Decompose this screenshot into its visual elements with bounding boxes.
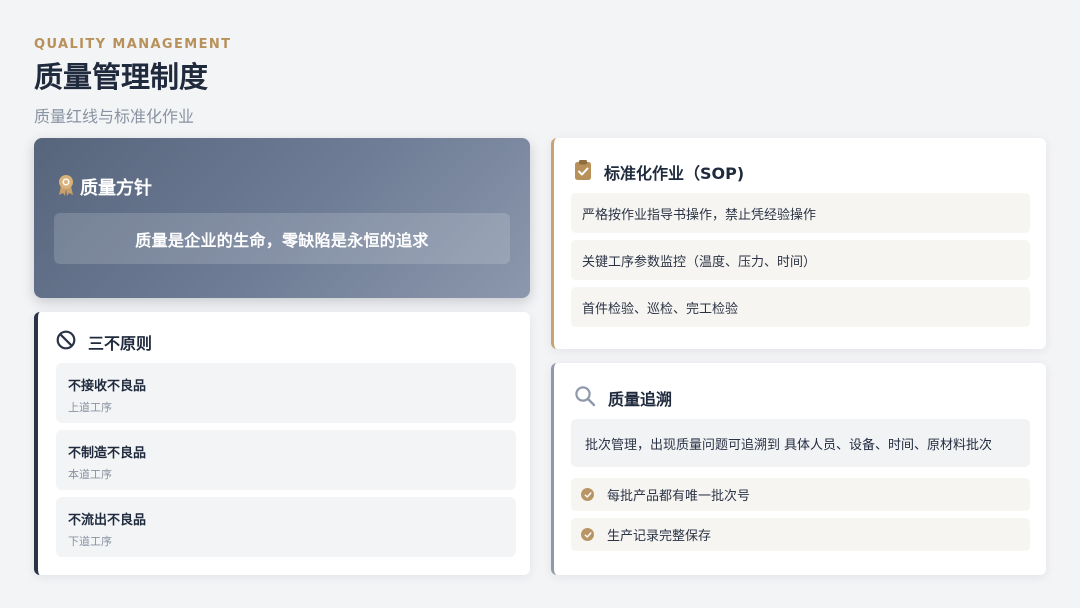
three-no-item-sub: 下道工序 — [68, 535, 112, 548]
prohibited-icon — [56, 330, 76, 354]
three-no-item: 不接收不良品 上道工序 — [56, 363, 516, 423]
quality-policy-quote: 质量是企业的生命，零缺陷是永恒的追求 — [54, 213, 510, 264]
sop-title: 标准化作业（SOP) — [604, 164, 745, 183]
traceability-title: 质量追溯 — [608, 390, 673, 409]
three-no-item: 不流出不良品 下道工序 — [56, 497, 516, 557]
three-no-item-main: 不流出不良品 — [68, 513, 147, 528]
quality-policy-card: 质量方针 质量是企业的生命，零缺陷是永恒的追求 — [34, 138, 530, 298]
clipboard-check-icon — [574, 159, 592, 185]
three-no-item-main: 不制造不良品 — [68, 446, 147, 461]
page-title: 质量管理制度 — [34, 60, 209, 94]
traceability-desc-highlight: 具体人员、设备、时间、原材料批次 — [784, 437, 993, 453]
quality-policy-title: 质量方针 — [80, 178, 152, 199]
page-subtitle: 质量红线与标准化作业 — [34, 107, 195, 126]
check-icon — [581, 528, 594, 541]
three-no-title: 三不原则 — [88, 334, 153, 353]
three-no-item: 不制造不良品 本道工序 — [56, 430, 516, 490]
traceability-item: 每批产品都有唯一批次号 — [571, 478, 1030, 511]
three-no-item-sub: 上道工序 — [68, 401, 112, 414]
traceability-description: 批次管理，出现质量问题可追溯到 具体人员、设备、时间、原材料批次 — [571, 419, 1030, 467]
three-no-principle-card: 三不原则 不接收不良品 上道工序 不制造不良品 本道工序 不流出不良品 下道工序 — [34, 312, 530, 575]
sop-item: 首件检验、巡检、完工检验 — [571, 287, 1030, 327]
search-icon — [574, 385, 596, 411]
traceability-item: 生产记录完整保存 — [571, 518, 1030, 551]
check-icon — [581, 488, 594, 501]
quality-policy-header: 质量方针 — [56, 174, 152, 200]
eyebrow-label: QUALITY MANAGEMENT — [34, 37, 232, 52]
three-no-item-main: 不接收不良品 — [68, 379, 147, 394]
three-no-header: 三不原则 — [56, 330, 152, 354]
traceability-item-label: 生产记录完整保存 — [607, 529, 712, 544]
traceability-card: 质量追溯 批次管理，出现质量问题可追溯到 具体人员、设备、时间、原材料批次 每批… — [551, 363, 1046, 575]
traceability-desc-prefix: 批次管理，出现质量问题可追溯到 — [585, 437, 781, 453]
sop-header: 标准化作业（SOP) — [574, 159, 744, 185]
traceability-item-label: 每批产品都有唯一批次号 — [607, 489, 751, 504]
three-no-item-sub: 本道工序 — [68, 468, 112, 481]
sop-card: 标准化作业（SOP) 严格按作业指导书操作，禁止凭经验操作 关键工序参数监控（温… — [551, 138, 1046, 349]
sop-item: 严格按作业指导书操作，禁止凭经验操作 — [571, 193, 1030, 233]
traceability-header: 质量追溯 — [574, 385, 672, 411]
sop-item: 关键工序参数监控（温度、压力、时间） — [571, 240, 1030, 280]
award-ribbon-icon — [56, 174, 76, 200]
